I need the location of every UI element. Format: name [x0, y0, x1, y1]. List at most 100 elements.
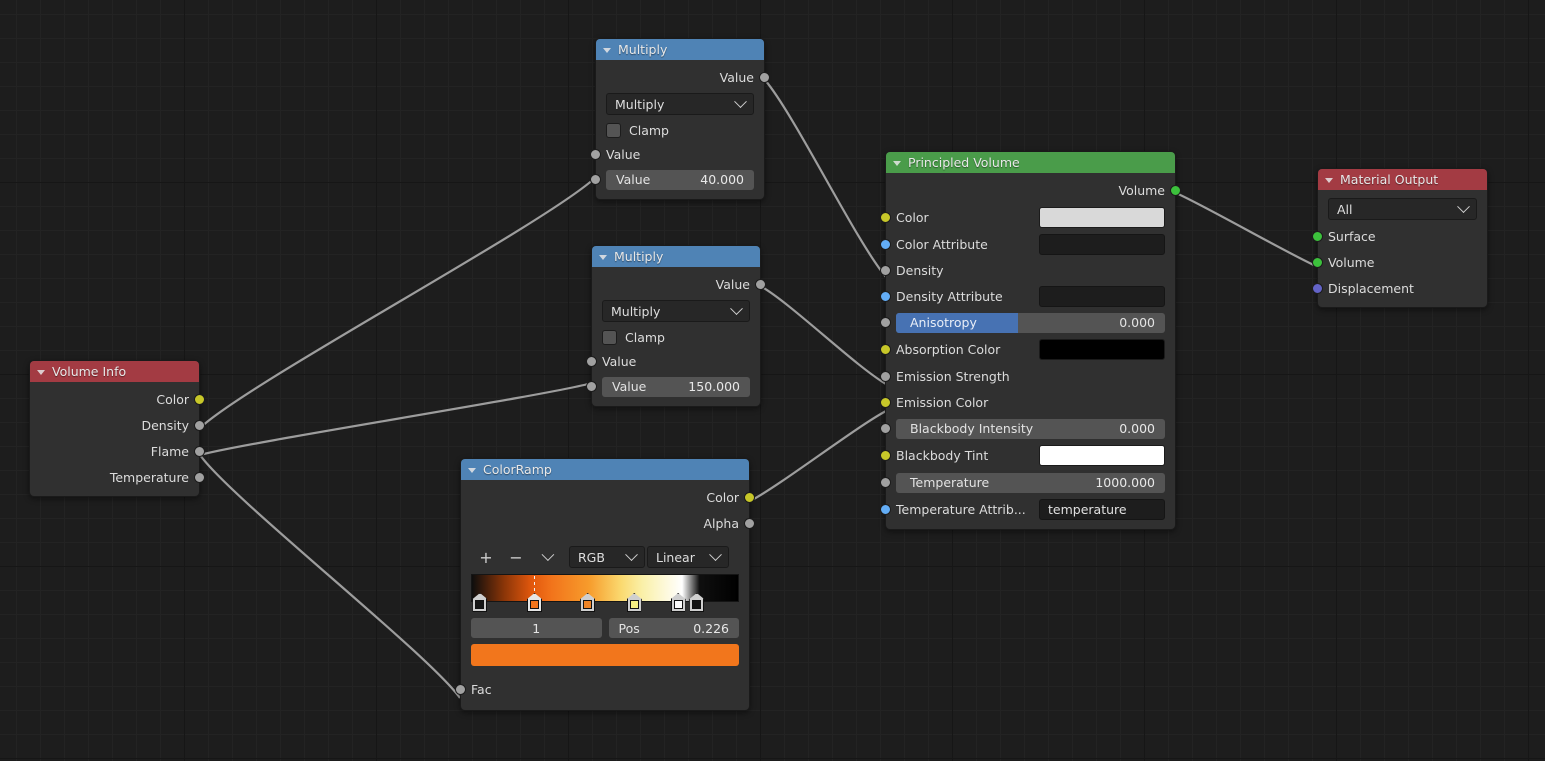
output-row-value[interactable]: Value [592, 271, 766, 297]
input-row-volume[interactable]: Volume [1312, 249, 1487, 275]
value-field-b[interactable]: Value 40.000 [606, 169, 754, 190]
input-row-temperature-attribute[interactable]: Temperature Attrib... temperature [880, 496, 1175, 523]
input-row-blackbody-tint[interactable]: Blackbody Tint [880, 442, 1175, 469]
socket-in-value-b[interactable] [590, 174, 601, 185]
node-header-color-ramp[interactable]: ColorRamp [461, 459, 749, 480]
collapse-triangle-icon[interactable] [599, 254, 607, 260]
color-stop-handle[interactable] [472, 593, 488, 612]
interpolation-dropdown[interactable]: Linear [647, 546, 729, 568]
socket-out-flame[interactable] [194, 445, 205, 457]
input-row-absorption-color[interactable]: Absorption Color [880, 336, 1175, 363]
input-row-color[interactable]: Color [880, 204, 1175, 231]
input-row-displacement[interactable]: Displacement [1312, 275, 1487, 301]
clamp-checkbox[interactable] [602, 329, 617, 345]
socket-in-fac[interactable] [455, 683, 466, 695]
input-row-blackbody-intensity[interactable]: Blackbody Intensity 0.000 [880, 415, 1175, 442]
collapse-triangle-icon[interactable] [893, 160, 901, 166]
node-header-multiply-1[interactable]: Multiply [596, 39, 764, 60]
input-row-density[interactable]: Density [880, 257, 1175, 283]
color-stop-handle[interactable] [626, 593, 642, 612]
input-row-value-b[interactable]: Value 40.000 [590, 166, 764, 193]
clamp-checkbox-row[interactable]: Clamp [592, 325, 760, 349]
operation-dropdown[interactable]: Multiply [602, 300, 750, 322]
socket-out-value[interactable] [755, 278, 766, 290]
input-row-emission-color[interactable]: Emission Color [880, 389, 1175, 415]
input-row-temperature[interactable]: Temperature 1000.000 [880, 469, 1175, 496]
ramp-menu-button[interactable] [531, 546, 561, 568]
socket-in-temperature[interactable] [880, 477, 891, 488]
socket-in-value-a[interactable] [586, 355, 597, 367]
color-stop-handle[interactable] [580, 593, 596, 612]
input-row-emission-strength[interactable]: Emission Strength [880, 363, 1175, 389]
add-stop-button[interactable]: + [471, 546, 501, 568]
socket-in-volume[interactable] [1312, 256, 1323, 268]
node-multiply-2[interactable]: Multiply Value Multiply Clamp Value Valu… [586, 245, 766, 407]
remove-stop-button[interactable]: − [501, 546, 531, 568]
input-row-fac[interactable]: Fac [455, 674, 749, 704]
node-header-volume-info[interactable]: Volume Info [30, 361, 199, 382]
socket-in-density[interactable] [880, 264, 891, 276]
anisotropy-slider[interactable]: Anisotropy 0.000 [896, 312, 1165, 333]
active-stop-color-swatch[interactable] [471, 644, 739, 666]
input-row-color-attribute[interactable]: Color Attribute [880, 231, 1175, 257]
output-row-flame[interactable]: Flame [30, 438, 205, 464]
socket-in-blackbody-intensity[interactable] [880, 423, 891, 434]
node-editor-canvas[interactable]: Volume Info Color Density Flame Temperat… [0, 0, 1545, 761]
operation-dropdown[interactable]: Multiply [606, 93, 754, 115]
color-swatch[interactable] [1039, 207, 1165, 228]
node-volume-info[interactable]: Volume Info Color Density Flame Temperat… [29, 360, 205, 497]
socket-in-value-a[interactable] [590, 148, 601, 160]
socket-in-temperature-attribute[interactable] [880, 504, 891, 515]
node-header-multiply-2[interactable]: Multiply [592, 246, 760, 267]
input-row-value-b[interactable]: Value 150.000 [586, 373, 760, 400]
socket-in-density-attribute[interactable] [880, 290, 891, 302]
socket-out-color[interactable] [744, 491, 755, 503]
socket-in-absorption-color[interactable] [880, 344, 891, 355]
socket-in-displacement[interactable] [1312, 282, 1323, 294]
color-stop-handle[interactable] [689, 593, 705, 612]
active-stop-index-field[interactable]: 1 [471, 618, 602, 638]
socket-out-value[interactable] [759, 71, 770, 83]
output-row-value[interactable]: Value [596, 64, 770, 90]
socket-out-alpha[interactable] [744, 517, 755, 529]
input-row-surface[interactable]: Surface [1312, 223, 1487, 249]
target-dropdown[interactable]: All [1328, 198, 1477, 220]
output-row-volume[interactable]: Volume [886, 176, 1181, 204]
socket-in-surface[interactable] [1312, 230, 1323, 242]
value-field-b[interactable]: Value 150.000 [602, 376, 750, 397]
temperature-slider[interactable]: Temperature 1000.000 [896, 472, 1165, 493]
collapse-triangle-icon[interactable] [1325, 177, 1333, 183]
absorption-color-swatch[interactable] [1039, 339, 1165, 360]
socket-in-color-attribute[interactable] [880, 238, 891, 250]
input-row-density-attribute[interactable]: Density Attribute [880, 283, 1175, 309]
socket-in-emission-color[interactable] [880, 396, 891, 408]
output-row-alpha[interactable]: Alpha [461, 510, 755, 536]
input-row-anisotropy[interactable]: Anisotropy 0.000 [880, 309, 1175, 336]
socket-in-blackbody-tint[interactable] [880, 450, 891, 461]
color-attribute-field[interactable] [1039, 233, 1165, 255]
collapse-triangle-icon[interactable] [37, 369, 45, 375]
output-row-color[interactable]: Color [30, 386, 205, 412]
color-stop-handle-active[interactable] [527, 576, 542, 612]
node-multiply-1[interactable]: Multiply Value Multiply Clamp Value Valu… [590, 38, 770, 200]
density-attribute-field[interactable] [1039, 285, 1165, 307]
color-mode-dropdown[interactable]: RGB [569, 546, 645, 568]
color-ramp-gradient-strip[interactable] [471, 574, 739, 612]
output-row-color[interactable]: Color [461, 484, 755, 510]
output-row-density[interactable]: Density [30, 412, 205, 438]
node-material-output[interactable]: Material Output All Surface Volume Displ… [1312, 168, 1488, 308]
color-stop-handle[interactable] [670, 593, 686, 612]
socket-in-anisotropy[interactable] [880, 317, 891, 328]
clamp-checkbox-row[interactable]: Clamp [596, 118, 764, 142]
node-color-ramp[interactable]: ColorRamp Color Alpha + − RGB Linear 1 P… [455, 458, 755, 711]
node-principled-volume[interactable]: Principled Volume Volume Color Color Att… [880, 151, 1181, 530]
collapse-triangle-icon[interactable] [603, 47, 611, 53]
socket-out-color[interactable] [194, 393, 205, 405]
blackbody-intensity-slider[interactable]: Blackbody Intensity 0.000 [896, 418, 1165, 439]
stop-position-field[interactable]: Pos 0.226 [608, 618, 739, 638]
input-row-value-a[interactable]: Value [590, 142, 764, 166]
blackbody-tint-swatch[interactable] [1039, 445, 1165, 466]
socket-in-emission-strength[interactable] [880, 370, 891, 382]
output-row-temperature[interactable]: Temperature [30, 464, 205, 490]
input-row-value-a[interactable]: Value [586, 349, 760, 373]
